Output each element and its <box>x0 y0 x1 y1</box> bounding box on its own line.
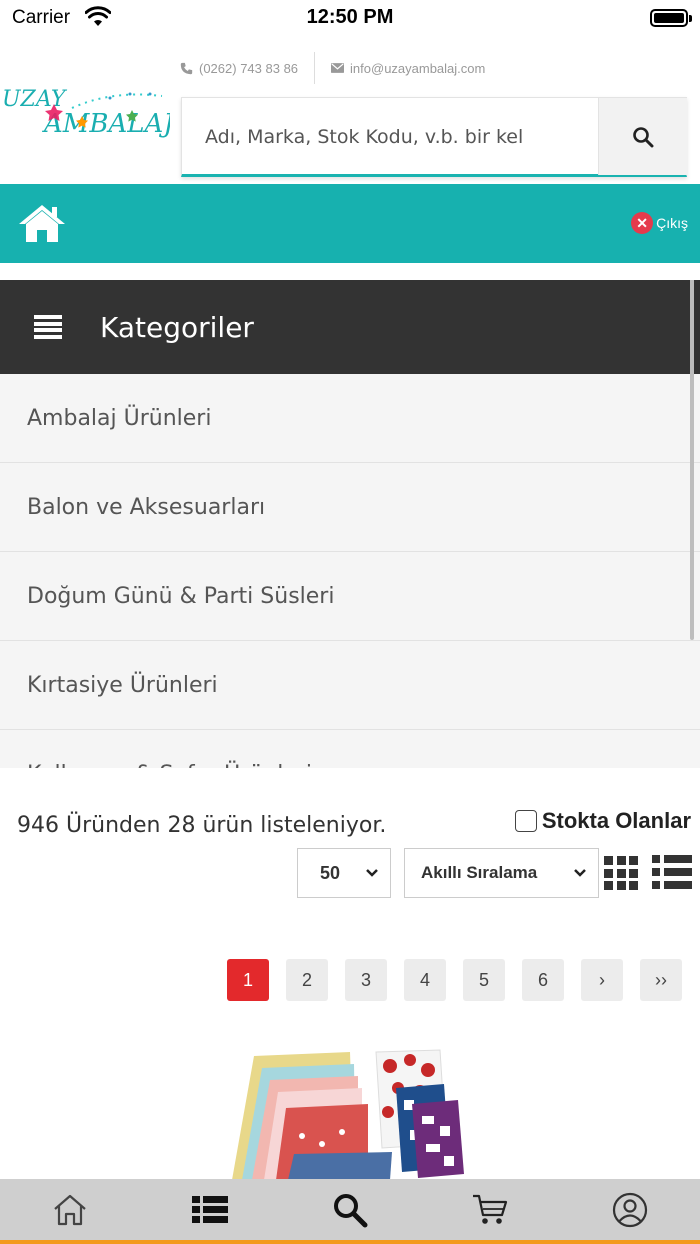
stock-checkbox[interactable] <box>514 810 537 832</box>
uzay-ambalaj-logo[interactable]: UZAY AMBALAJ <box>2 82 175 144</box>
battery-tip <box>689 15 692 22</box>
header-contact: (0262) 743 83 86 info@uzayambalaj.com <box>180 52 485 84</box>
category-item[interactable]: Kalkınma & Sofra Ürünleri <box>0 730 700 768</box>
tab-cart[interactable] <box>420 1179 560 1240</box>
contact-divider <box>314 52 316 84</box>
grid-view-icon[interactable] <box>604 856 640 890</box>
search-icon <box>334 1193 368 1227</box>
phone-contact[interactable]: (0262) 743 83 86 <box>180 61 298 76</box>
page-button-5[interactable]: 5 <box>463 959 505 1001</box>
home-icon[interactable] <box>17 202 67 248</box>
categories-title: Kategoriler <box>100 310 254 344</box>
status-time: 12:50 PM <box>306 6 394 28</box>
page: Carrier 12:50 PM (0262) 743 83 86 info@u… <box>0 0 700 1244</box>
categories-header[interactable]: Kategoriler <box>0 280 700 374</box>
sort-select[interactable]: Akıllı Sıralama <box>404 848 599 898</box>
stock-filter-label: Stokta Olanlar <box>541 808 691 833</box>
categories-panel: Kategoriler Ambalaj Ürünleri Balon ve Ak… <box>0 280 700 768</box>
listing-count: 946 Üründen 28 ürün listeleniyor. <box>17 813 387 838</box>
category-item[interactable]: Kırtasiye Ürünleri <box>0 641 700 730</box>
tab-categories[interactable] <box>140 1179 280 1240</box>
search-box <box>181 97 687 177</box>
cart-icon <box>473 1194 508 1224</box>
list-view-icon[interactable] <box>652 855 692 889</box>
battery-icon <box>650 9 688 27</box>
page-button-3[interactable]: 3 <box>345 959 387 1001</box>
page-button-1[interactable]: 1 <box>227 959 269 1001</box>
bottom-tab-bar <box>0 1179 700 1244</box>
category-item[interactable]: Balon ve Aksesuarları <box>0 463 700 552</box>
categories-scrollbar[interactable] <box>690 280 694 640</box>
tab-search[interactable] <box>280 1179 420 1240</box>
page-button-2[interactable]: 2 <box>286 959 328 1001</box>
envelope-icon <box>331 63 345 73</box>
stock-filter[interactable]: Stokta Olanlar <box>514 808 691 834</box>
tab-home[interactable] <box>0 1179 140 1240</box>
per-page-value: 50 <box>320 862 341 883</box>
chevron-down-icon <box>366 869 378 877</box>
phone-icon <box>180 62 193 74</box>
close-circle-icon: ✕ <box>631 212 654 234</box>
search-input[interactable] <box>182 98 598 175</box>
last-page-button[interactable]: ›› <box>640 959 682 1001</box>
per-page-select[interactable]: 50 <box>297 848 391 898</box>
category-item[interactable]: Doğum Günü & Parti Süsleri <box>0 552 700 641</box>
account-icon <box>612 1192 648 1227</box>
logo-text-ambalaj: AMBALAJ <box>42 109 170 139</box>
pagination: 1 2 3 4 5 6 › ›› <box>227 959 682 1001</box>
page-button-6[interactable]: 6 <box>522 959 564 1001</box>
email-address: info@uzayambalaj.com <box>350 60 486 76</box>
category-item[interactable]: Ambalaj Ürünleri <box>0 374 700 463</box>
home-icon <box>54 1194 86 1225</box>
next-page-button[interactable]: › <box>581 959 623 1001</box>
nav-bar: ✕ Çıkış <box>0 184 700 263</box>
phone-number: (0262) 743 83 86 <box>199 60 299 76</box>
tab-account[interactable] <box>560 1179 700 1240</box>
logout-button[interactable]: ✕ Çıkış <box>631 212 688 234</box>
logout-label: Çıkış <box>656 215 688 231</box>
email-contact[interactable]: info@uzayambalaj.com <box>331 61 485 76</box>
status-bar: Carrier 12:50 PM <box>0 0 700 36</box>
chevron-down-icon <box>574 869 586 877</box>
product-image[interactable] <box>232 1048 472 1180</box>
search-icon <box>633 126 654 147</box>
page-button-4[interactable]: 4 <box>404 959 446 1001</box>
list-icon <box>192 1195 228 1223</box>
search-button[interactable] <box>598 98 687 175</box>
hamburger-menu-icon <box>34 313 62 341</box>
sort-value: Akıllı Sıralama <box>421 863 538 882</box>
